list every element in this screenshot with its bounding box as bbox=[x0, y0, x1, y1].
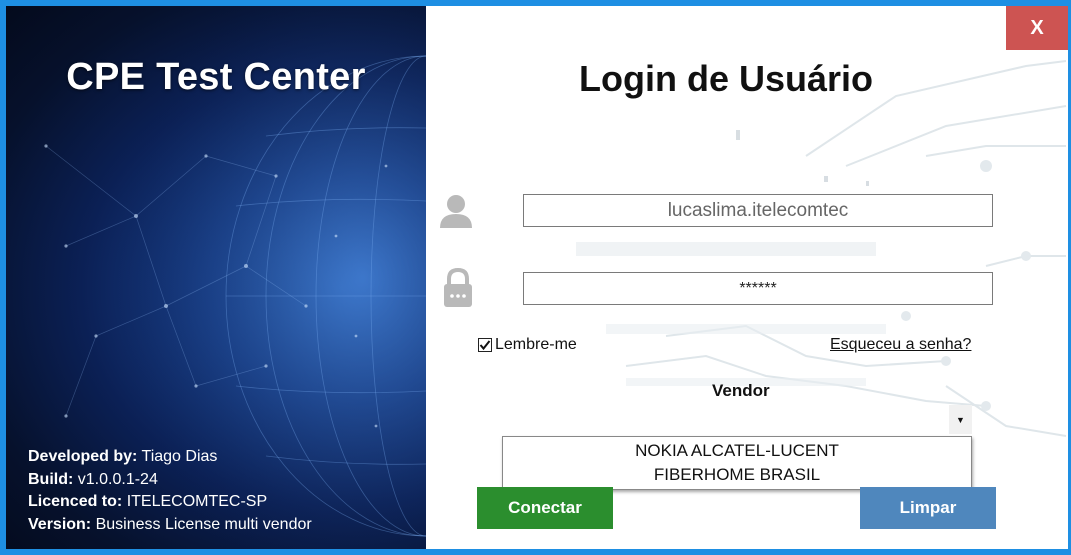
user-icon bbox=[440, 195, 472, 228]
info-licence: Licenced to: ITELECOMTEC-SP bbox=[28, 491, 312, 514]
info-value: ITELECOMTEC-SP bbox=[126, 493, 268, 510]
clear-button[interactable]: Limpar bbox=[860, 487, 996, 529]
build-info: Developed by: Tiago Dias Build: v1.0.0.1… bbox=[28, 446, 312, 536]
remember-label: Lembre-me bbox=[495, 336, 577, 353]
info-version: Version: Business License multi vendor bbox=[28, 514, 312, 537]
info-developer: Developed by: Tiago Dias bbox=[28, 446, 312, 469]
info-value: Tiago Dias bbox=[141, 448, 218, 465]
password-input[interactable] bbox=[523, 272, 993, 305]
vendor-option[interactable]: FIBERHOME BRASIL bbox=[503, 463, 971, 487]
branding-panel: CPE Test Center Developed by: Tiago Dias… bbox=[6, 6, 426, 549]
vendor-dropdown-button[interactable]: ▼ bbox=[949, 405, 972, 434]
login-window: CPE Test Center Developed by: Tiago Dias… bbox=[6, 6, 1068, 549]
vendor-option[interactable]: NOKIA ALCATEL-LUCENT bbox=[503, 439, 971, 463]
app-title: CPE Test Center bbox=[66, 56, 366, 98]
info-value: Business License multi vendor bbox=[95, 515, 312, 533]
forgot-password-link[interactable]: Esqueceu a senha? bbox=[830, 336, 971, 354]
info-value: v1.0.0.1-24 bbox=[77, 470, 158, 488]
vendor-label: Vendor bbox=[712, 381, 770, 400]
username-input[interactable] bbox=[523, 194, 993, 227]
chevron-down-icon: ▼ bbox=[956, 414, 965, 425]
info-build: Build: v1.0.0.1-24 bbox=[28, 469, 312, 492]
checkmark-icon bbox=[479, 340, 491, 351]
info-label: Developed by: bbox=[28, 448, 138, 465]
info-label: Build: bbox=[28, 470, 74, 488]
vendor-listbox[interactable]: NOKIA ALCATEL-LUCENT FIBERHOME BRASIL bbox=[502, 436, 972, 490]
info-label: Version: bbox=[28, 515, 92, 533]
lock-icon bbox=[444, 267, 472, 307]
info-label: Licenced to: bbox=[28, 493, 123, 510]
close-button[interactable]: X bbox=[1006, 6, 1068, 50]
remember-checkbox[interactable] bbox=[478, 338, 492, 352]
connect-button[interactable]: Conectar bbox=[477, 487, 613, 529]
login-title: Login de Usuário bbox=[578, 58, 873, 99]
remember-me[interactable]: Lembre-me bbox=[478, 336, 577, 354]
